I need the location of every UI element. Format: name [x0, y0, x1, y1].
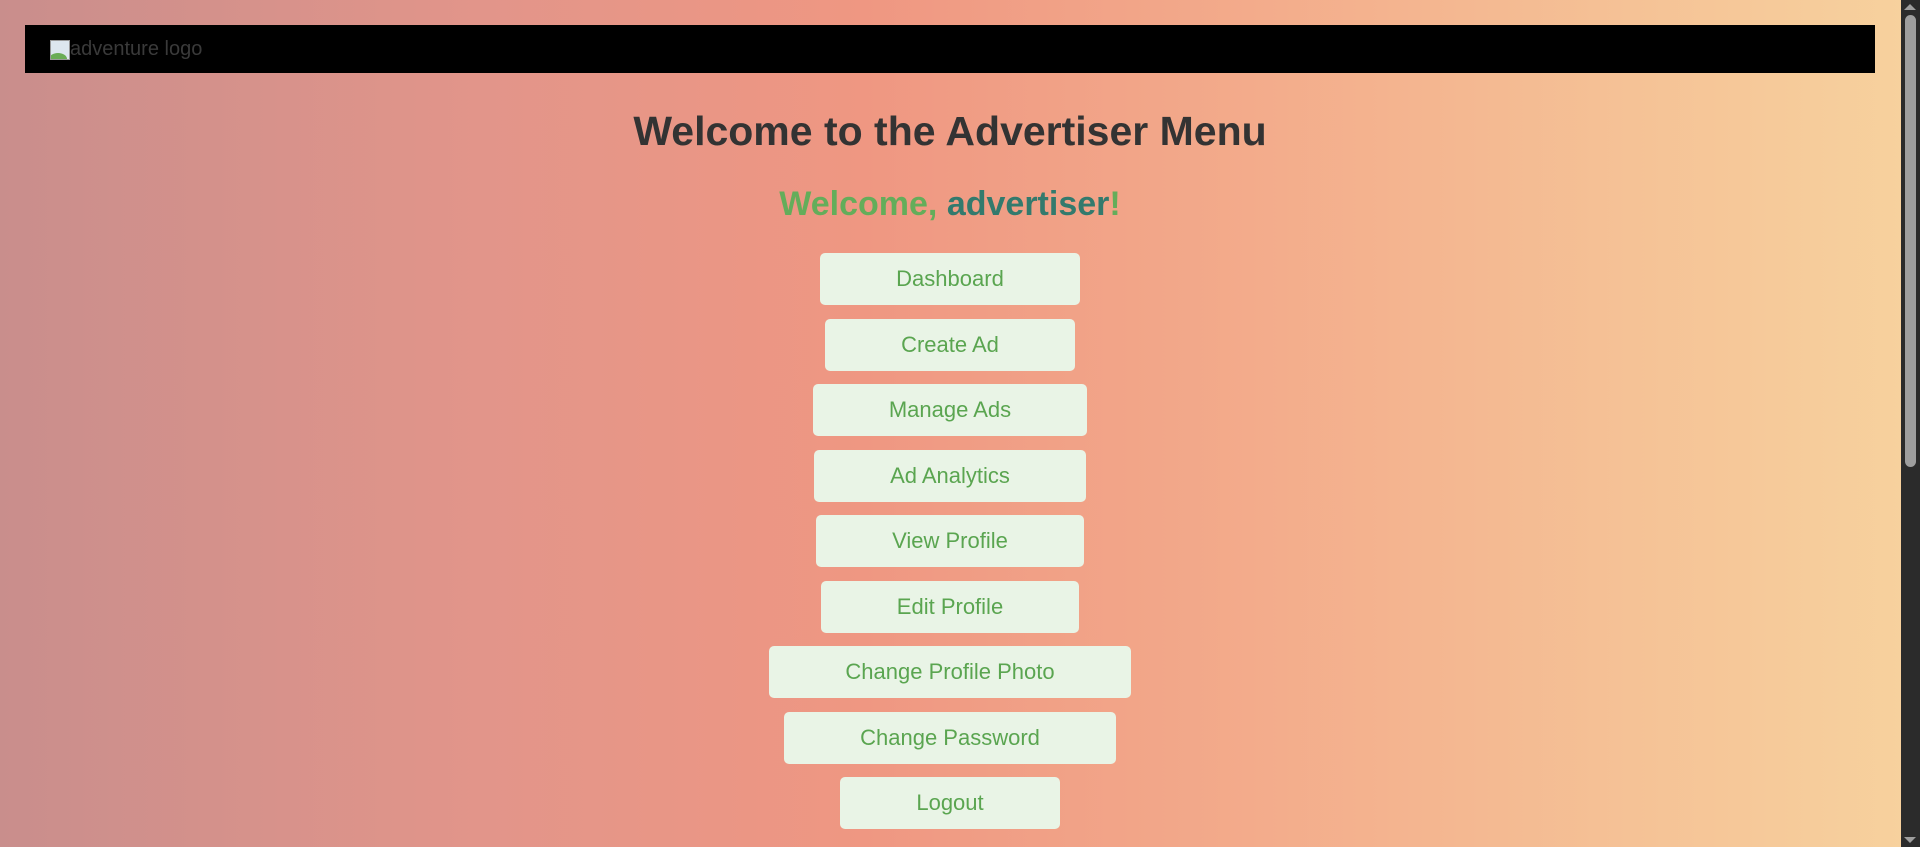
- view-profile-button[interactable]: View Profile: [816, 515, 1084, 567]
- scroll-down-arrow-icon[interactable]: [1904, 837, 1916, 843]
- change-password-button[interactable]: Change Password: [784, 711, 1116, 764]
- ad-analytics-button[interactable]: Ad Analytics: [814, 449, 1086, 502]
- welcome-prefix: Welcome,: [779, 185, 947, 223]
- welcome-suffix: !: [1109, 185, 1121, 223]
- dashboard-button[interactable]: Dashboard: [820, 253, 1080, 305]
- top-header: adventure logo: [25, 25, 1875, 73]
- edit-profile-button[interactable]: Edit Profile: [820, 580, 1080, 633]
- change-profile-photo-button[interactable]: Change Profile Photo: [769, 646, 1131, 698]
- page-title: Welcome to the Advertiser Menu: [633, 108, 1267, 154]
- scroll-up-arrow-icon[interactable]: [1904, 4, 1916, 10]
- advertiser-menu: Dashboard Create Ad Manage Ads Ad Analyt…: [0, 253, 1900, 829]
- username: advertiser: [946, 185, 1110, 223]
- broken-image-icon: [50, 39, 70, 60]
- manage-ads-button[interactable]: Manage Ads: [812, 384, 1088, 436]
- logo-alt-text: adventure logo: [70, 38, 203, 60]
- create-ad-button[interactable]: Create Ad: [825, 318, 1075, 371]
- logo[interactable]: adventure logo: [50, 38, 202, 61]
- logout-button[interactable]: Logout: [840, 777, 1060, 829]
- scrollbar-thumb[interactable]: [1905, 15, 1916, 467]
- vertical-scrollbar[interactable]: [1901, 0, 1920, 847]
- welcome-message: Welcome, advertiser!: [0, 185, 1900, 224]
